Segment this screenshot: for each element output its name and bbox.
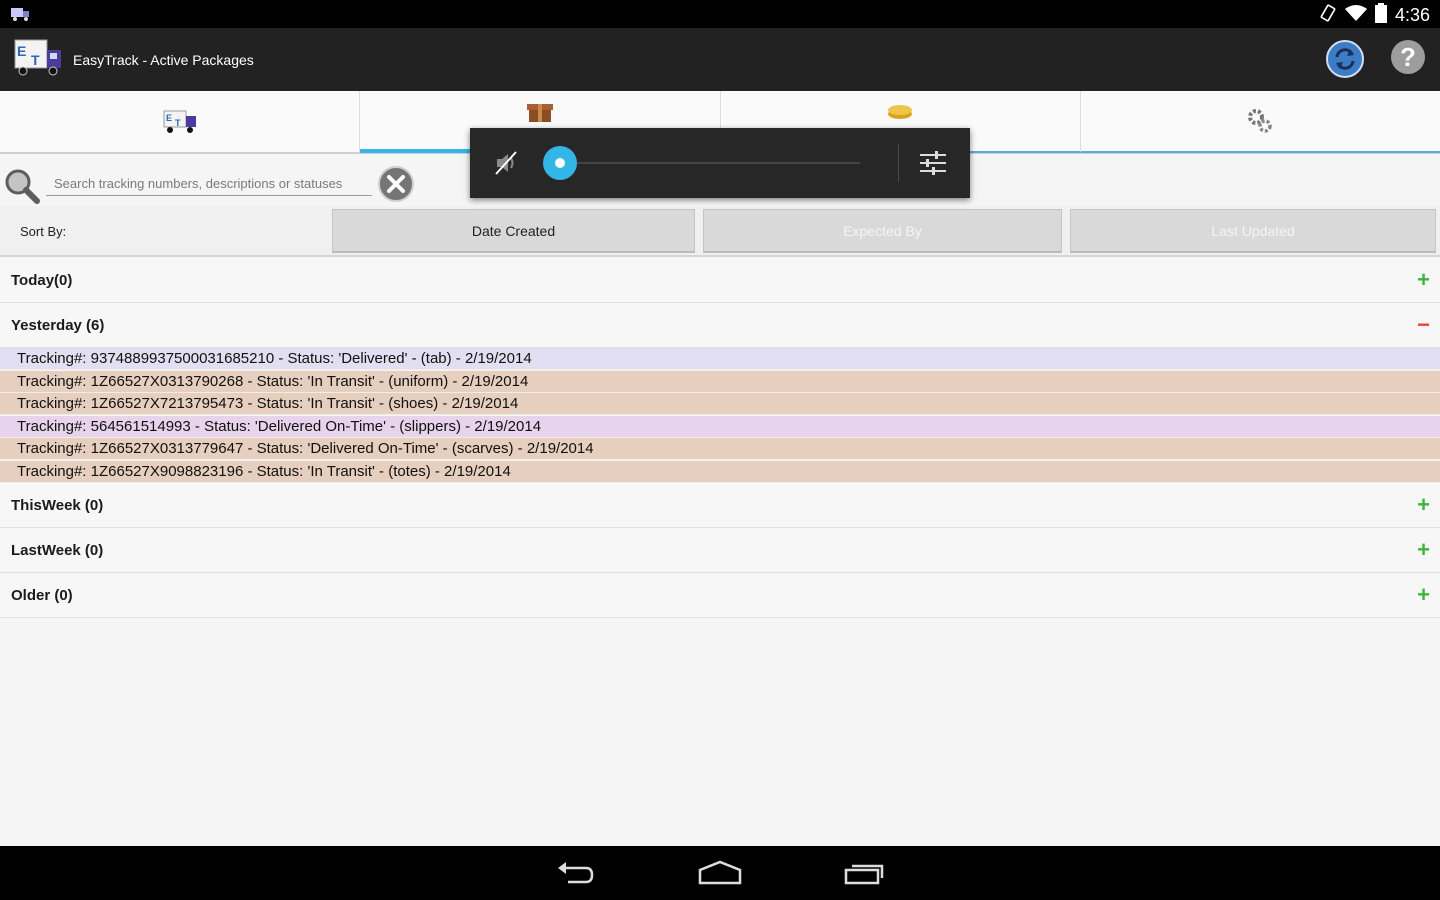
- volume-muted-icon[interactable]: [494, 150, 520, 181]
- search-icon[interactable]: [4, 168, 40, 209]
- group-yesterday[interactable]: Yesterday (6) −: [0, 303, 1440, 348]
- svg-text:T: T: [175, 118, 181, 128]
- notification-truck-icon: [10, 6, 32, 27]
- home-button[interactable]: [698, 858, 742, 893]
- close-icon: [387, 175, 405, 193]
- clear-search-button[interactable]: [378, 166, 414, 202]
- group-label: Today(0): [11, 272, 73, 289]
- volume-slider-track[interactable]: [577, 162, 860, 164]
- home-icon: [698, 860, 742, 885]
- expand-icon[interactable]: +: [1417, 584, 1430, 606]
- group-thisweek[interactable]: ThisWeek (0) +: [0, 483, 1440, 528]
- package-row[interactable]: Tracking#: 1Z66527X0313790268 - Status: …: [0, 370, 1440, 393]
- coins-icon: [888, 105, 913, 119]
- expand-icon[interactable]: +: [1417, 539, 1430, 561]
- help-icon: ?: [1400, 41, 1416, 72]
- package-row[interactable]: Tracking#: 1Z66527X7213795473 - Status: …: [0, 393, 1440, 415]
- collapse-icon[interactable]: −: [1417, 314, 1430, 336]
- group-label: ThisWeek (0): [11, 497, 104, 514]
- group-lastweek[interactable]: LastWeek (0) +: [0, 528, 1440, 573]
- sort-date-created-button[interactable]: Date Created: [332, 209, 695, 253]
- help-button[interactable]: ?: [1391, 40, 1425, 74]
- sort-expected-by-button[interactable]: Expected By: [703, 209, 1062, 253]
- status-bar: 4:36: [0, 0, 1440, 28]
- refresh-button[interactable]: [1326, 40, 1364, 78]
- sort-label: Sort By:: [20, 224, 67, 239]
- sound-settings-icon[interactable]: [918, 148, 948, 183]
- clock: 4:36: [1394, 5, 1430, 25]
- package-row[interactable]: Tracking#: 1Z66527X9098823196 - Status: …: [0, 460, 1440, 483]
- page-title: EasyTrack - Active Packages: [73, 52, 254, 68]
- group-label: Yesterday (6): [11, 317, 105, 334]
- package-row[interactable]: Tracking#: 1Z66527X0313779647 - Status: …: [0, 438, 1440, 460]
- group-label: Older (0): [11, 587, 73, 604]
- navigation-bar: [0, 846, 1440, 900]
- back-icon: [558, 862, 594, 884]
- svg-text:T: T: [31, 52, 40, 68]
- package-icon: [526, 104, 553, 122]
- expand-icon[interactable]: +: [1417, 269, 1430, 291]
- truck-icon: E T: [163, 110, 196, 133]
- volume-slider-thumb[interactable]: [543, 146, 577, 180]
- recent-apps-button[interactable]: [844, 858, 886, 893]
- sort-last-updated-button[interactable]: Last Updated: [1070, 209, 1436, 253]
- status-icons: 4:36: [1319, 3, 1430, 28]
- package-row[interactable]: Tracking#: 9374889937500031685210 - Stat…: [0, 348, 1440, 370]
- group-today[interactable]: Today(0) +: [0, 258, 1440, 303]
- sort-bar: Sort By: Date Created Expected By Last U…: [0, 207, 1440, 257]
- svg-text:E: E: [17, 43, 26, 59]
- refresh-icon: [1335, 48, 1355, 70]
- action-bar: E T EasyTrack - Active Packages ?: [0, 28, 1440, 91]
- volume-panel: [470, 128, 970, 198]
- easytrack-logo-icon: E T: [13, 38, 65, 83]
- recent-apps-icon: [844, 864, 884, 885]
- package-row[interactable]: Tracking#: 564561514993 - Status: 'Deliv…: [0, 415, 1440, 438]
- group-older[interactable]: Older (0) +: [0, 573, 1440, 618]
- group-label: LastWeek (0): [11, 542, 104, 559]
- battery-icon: [1374, 3, 1387, 28]
- svg-text:E: E: [166, 113, 172, 123]
- expand-icon[interactable]: +: [1417, 494, 1430, 516]
- search-input[interactable]: [46, 172, 372, 196]
- tab-settings[interactable]: [1080, 91, 1440, 153]
- wifi-icon: [1344, 4, 1367, 27]
- back-button[interactable]: [556, 858, 596, 893]
- gears-icon: [1248, 109, 1273, 133]
- tab-active-packages[interactable]: E T: [0, 91, 361, 153]
- rotation-lock-icon: [1319, 4, 1337, 27]
- divider: [898, 144, 899, 182]
